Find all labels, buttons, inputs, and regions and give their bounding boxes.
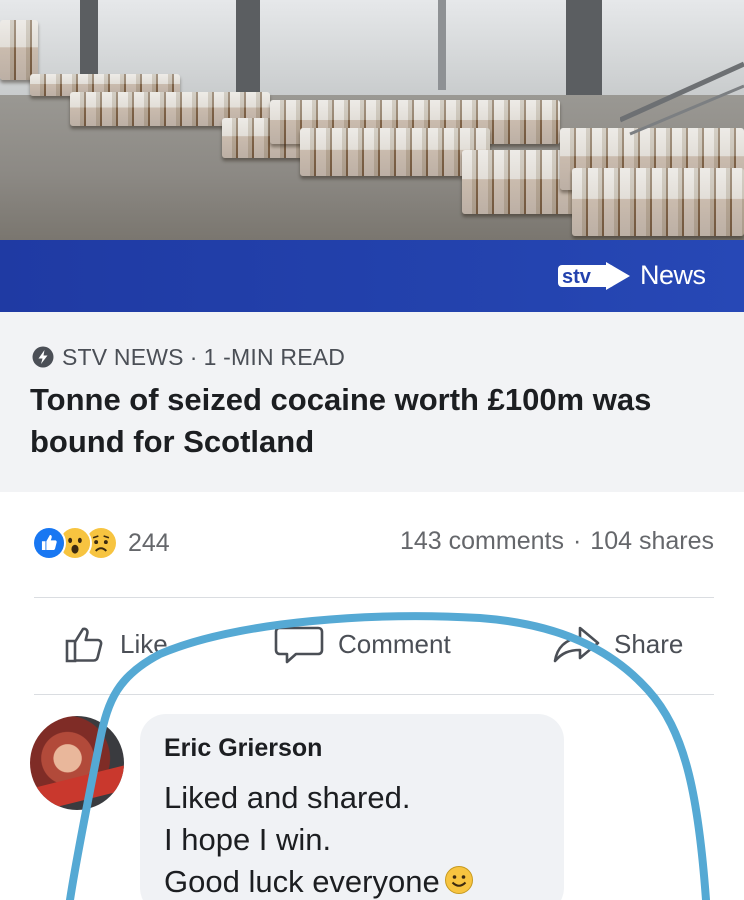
share-label: Share [614,628,684,659]
wall-beam [438,0,446,90]
reaction-count: 244 [128,528,170,557]
link-headline[interactable]: Tonne of seized cocaine worth £100m was … [30,379,720,463]
comment-bubble-icon [274,626,324,664]
share-button[interactable]: Share [552,622,683,666]
like-label: Like [120,628,168,659]
stv-news-label: News [640,260,706,290]
source-separator: · [189,343,198,370]
divider [34,597,714,598]
comment-author[interactable]: Eric Grierson [164,734,322,763]
pallet [0,20,38,80]
railing [620,61,744,136]
read-time: 1 -MIN READ [203,343,346,370]
shares-count-link[interactable]: 104 shares [590,527,714,555]
lightning-icon [32,346,54,368]
engagement-counts: 143 comments · 104 shares [400,527,714,556]
comment-text: Good luck everyone [164,864,440,899]
stv-logo: stv [558,262,630,290]
svg-text:stv: stv [562,266,592,288]
like-button[interactable]: Like [64,622,168,666]
counts-separator: · [572,527,582,555]
avatar[interactable] [30,716,124,810]
comment-text-line: Liked and shared. [164,780,411,815]
comment-text-line: Good luck everyone [164,864,474,900]
pallet [462,150,576,214]
pallet [572,168,744,236]
like-icon [32,526,66,560]
article-photo[interactable] [0,0,744,240]
smile-emoji-icon [444,866,473,894]
divider [34,694,714,695]
comments-count-link[interactable]: 143 comments [400,527,564,555]
comment-button[interactable]: Comment [274,622,451,666]
share-arrow-icon [553,626,600,663]
link-source-row: STV NEWS · 1 -MIN READ [32,343,345,371]
link-source: STV NEWS [62,343,184,370]
comment-text-line: I hope I win. [164,822,332,857]
avatar-scarf [36,765,124,810]
comment-label: Comment [338,628,451,659]
thumbs-up-icon [65,627,103,663]
reactions-summary[interactable]: 244 [32,525,170,561]
